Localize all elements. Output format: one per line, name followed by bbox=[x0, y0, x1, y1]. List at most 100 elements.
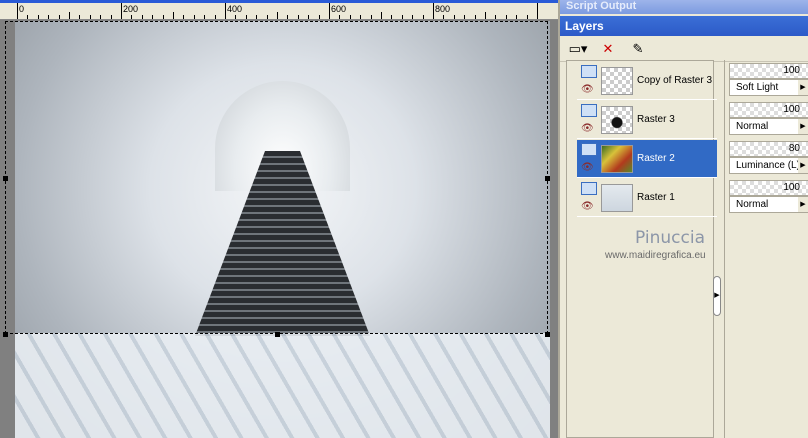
blend-mode-select[interactable]: Normal ▶ bbox=[729, 196, 808, 213]
dropdown-arrow-icon[interactable]: ▶ bbox=[798, 80, 808, 95]
ruler-tick bbox=[193, 15, 195, 19]
visibility-eye-icon[interactable]: 👁 bbox=[581, 123, 594, 134]
selection-handle[interactable] bbox=[3, 332, 8, 337]
layer-row[interactable]: 👁 Copy of Raster 3 bbox=[577, 62, 717, 100]
ruler-tick bbox=[360, 15, 362, 19]
ruler-tick bbox=[297, 15, 299, 19]
watermark-name: Pinuccia bbox=[635, 228, 705, 248]
blend-mode-select[interactable]: Luminance (L) ▶ bbox=[729, 157, 808, 174]
ruler-tick bbox=[173, 12, 174, 19]
layer-properties: 100 Soft Light ▶ 100 Normal ▶ 80 Luminance (L) ▶… bbox=[724, 60, 808, 438]
dropdown-arrow-icon[interactable]: ▶ bbox=[798, 197, 808, 212]
ruler-tick bbox=[287, 15, 289, 19]
layer-props: 100 Normal ▶ bbox=[729, 102, 808, 138]
ruler-tick bbox=[110, 15, 112, 19]
ruler-tick bbox=[308, 15, 310, 19]
layers-palette: Script Output Layers ▭▾ ✕ ✎ 👁 Copy of Raste… bbox=[558, 0, 808, 438]
ruler-tick bbox=[526, 15, 528, 19]
layer-thumbnail bbox=[601, 145, 633, 173]
workspace: 0 200 400 600 800 bbox=[0, 0, 558, 438]
dropdown-arrow-icon[interactable]: ▶ bbox=[798, 158, 808, 173]
ruler-tick bbox=[100, 15, 102, 19]
ruler-label: 0 bbox=[19, 4, 25, 14]
ruler-tick bbox=[131, 15, 133, 19]
layer-props: 100 Soft Light ▶ bbox=[729, 63, 808, 99]
dropdown-arrow-icon[interactable]: ▶ bbox=[798, 119, 808, 134]
blend-mode-select[interactable]: Soft Light ▶ bbox=[729, 79, 808, 96]
ruler-label: 600 bbox=[331, 4, 347, 14]
delete-layer-icon[interactable]: ✕ bbox=[598, 40, 618, 58]
ruler-tick bbox=[537, 3, 538, 19]
ruler-tick bbox=[58, 15, 60, 19]
visibility-eye-icon[interactable]: 👁 bbox=[581, 201, 594, 212]
blend-mode-select[interactable]: Normal ▶ bbox=[729, 118, 808, 135]
ruler-tick bbox=[474, 15, 476, 19]
selection-handle[interactable] bbox=[545, 332, 550, 337]
ruler-label: 400 bbox=[227, 4, 243, 14]
layer-name: Raster 3 bbox=[637, 114, 675, 125]
ruler-tick bbox=[433, 3, 434, 19]
ruler-tick bbox=[79, 15, 81, 19]
layer-name: Raster 1 bbox=[637, 192, 675, 203]
ruler-tick bbox=[412, 15, 414, 19]
ruler-tick bbox=[495, 15, 497, 19]
selection-handle[interactable] bbox=[545, 176, 550, 181]
ruler-label: 800 bbox=[435, 4, 451, 14]
ruler-tick bbox=[329, 3, 330, 19]
visibility-eye-icon[interactable]: 👁 bbox=[581, 84, 594, 95]
ruler-tick bbox=[422, 15, 424, 19]
new-layer-icon[interactable]: ▭▾ bbox=[568, 40, 588, 58]
layers-title: Layers bbox=[560, 16, 808, 36]
ruler-tick bbox=[17, 3, 18, 19]
ruler-tick bbox=[516, 15, 518, 19]
ruler-tick bbox=[204, 15, 206, 19]
layer-thumbnail bbox=[601, 67, 633, 95]
ruler-tick bbox=[48, 15, 50, 19]
layer-row[interactable]: 👁 Raster 3 bbox=[577, 101, 717, 139]
ruler-tick bbox=[277, 12, 278, 19]
ruler-tick bbox=[485, 12, 486, 19]
ruler-tick bbox=[349, 15, 351, 19]
layer-type-icon bbox=[581, 143, 597, 156]
ruler-tick bbox=[370, 15, 372, 19]
layer-row[interactable]: 👁 Raster 1 bbox=[577, 179, 717, 217]
image-canvas[interactable] bbox=[15, 21, 550, 438]
opacity-slider[interactable]: 100 bbox=[729, 102, 808, 118]
layer-props: 80 Luminance (L) ▶ bbox=[729, 141, 808, 177]
ruler-tick bbox=[121, 3, 122, 19]
ruler-tick bbox=[505, 15, 507, 19]
layer-props: 100 Normal ▶ bbox=[729, 180, 808, 216]
opacity-slider[interactable]: 100 bbox=[729, 63, 808, 79]
script-output-title[interactable]: Script Output bbox=[560, 0, 808, 14]
ruler-tick bbox=[162, 15, 164, 19]
ruler-tick bbox=[266, 15, 268, 19]
selection-handle[interactable] bbox=[3, 176, 8, 181]
ruler-tick bbox=[225, 3, 226, 19]
blend-mode-value: Soft Light bbox=[736, 82, 779, 93]
watermark-site: www.maidiregrafica.eu bbox=[605, 250, 706, 261]
opacity-slider[interactable]: 80 bbox=[729, 141, 808, 157]
layer-row[interactable]: 👁 Raster 2 bbox=[577, 140, 717, 178]
ruler-tick bbox=[339, 15, 341, 19]
blend-mode-value: Normal bbox=[736, 121, 769, 132]
ruler-tick bbox=[245, 15, 247, 19]
selection-handle[interactable] bbox=[275, 332, 280, 337]
ruler-label: 200 bbox=[123, 4, 139, 14]
visibility-eye-icon[interactable]: 👁 bbox=[581, 162, 594, 173]
layer-name: Copy of Raster 3 bbox=[637, 75, 713, 86]
blend-mode-value: Luminance (L) bbox=[736, 160, 800, 171]
ruler-tick bbox=[214, 15, 216, 19]
tiled-floor bbox=[15, 333, 550, 438]
opacity-slider[interactable]: 100 bbox=[729, 180, 808, 196]
ruler-tick bbox=[69, 12, 70, 19]
layer-thumbnail bbox=[601, 184, 633, 212]
ruler-tick bbox=[235, 15, 237, 19]
layers-toolbar: ▭▾ ✕ ✎ bbox=[560, 36, 808, 62]
edit-selection-icon[interactable]: ✎ bbox=[628, 40, 648, 58]
ruler-tick bbox=[443, 15, 445, 19]
layer-type-icon bbox=[581, 104, 597, 117]
collapse-toggle[interactable]: ▶ bbox=[713, 276, 721, 316]
ruler-tick bbox=[183, 15, 185, 19]
ruler-tick bbox=[318, 15, 320, 19]
ruler-tick bbox=[401, 15, 403, 19]
